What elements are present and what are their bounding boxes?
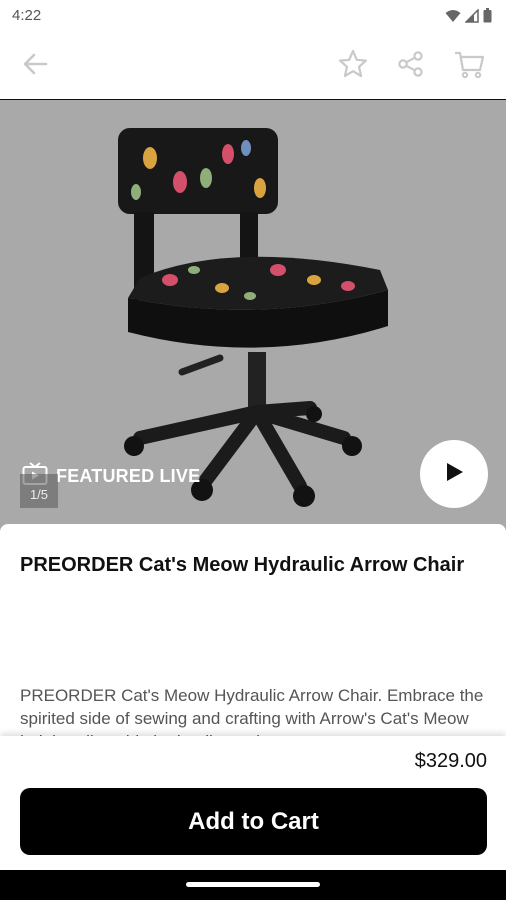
status-time: 4:22 <box>12 7 42 24</box>
cart-icon <box>453 49 485 84</box>
product-media[interactable]: FEATURED LIVE 1/5 <box>0 100 506 532</box>
play-video-button[interactable] <box>420 440 488 508</box>
battery-icon <box>483 8 492 28</box>
share-icon <box>397 50 425 83</box>
product-info-sheet[interactable]: PREORDER Cat's Meow Hydraulic Arrow Chai… <box>0 524 506 738</box>
product-price: $329.00 <box>414 750 487 772</box>
image-counter: 1/5 <box>20 474 58 508</box>
status-bar: 4:22 <box>0 0 506 32</box>
signal-icon <box>464 7 479 28</box>
purchase-footer: $329.00 Add to Cart <box>0 736 506 870</box>
star-icon <box>337 48 369 85</box>
favorite-button[interactable] <box>336 49 370 83</box>
play-icon <box>443 461 465 488</box>
add-to-cart-button[interactable]: Add to Cart <box>20 788 487 855</box>
product-description: PREORDER Cat's Meow Hydraulic Arrow Chai… <box>20 686 484 738</box>
back-button[interactable] <box>18 49 52 83</box>
status-icons <box>445 7 492 28</box>
back-arrow-icon <box>21 50 49 83</box>
system-nav-bar <box>0 870 506 900</box>
app-bar <box>0 32 506 100</box>
share-button[interactable] <box>394 49 428 83</box>
home-indicator[interactable] <box>186 882 320 887</box>
wifi-icon <box>445 9 461 28</box>
featured-live-label: FEATURED LIVE <box>56 466 201 486</box>
cart-button[interactable] <box>452 49 486 83</box>
product-image <box>118 128 388 507</box>
product-title: PREORDER Cat's Meow Hydraulic Arrow Chai… <box>20 554 465 576</box>
